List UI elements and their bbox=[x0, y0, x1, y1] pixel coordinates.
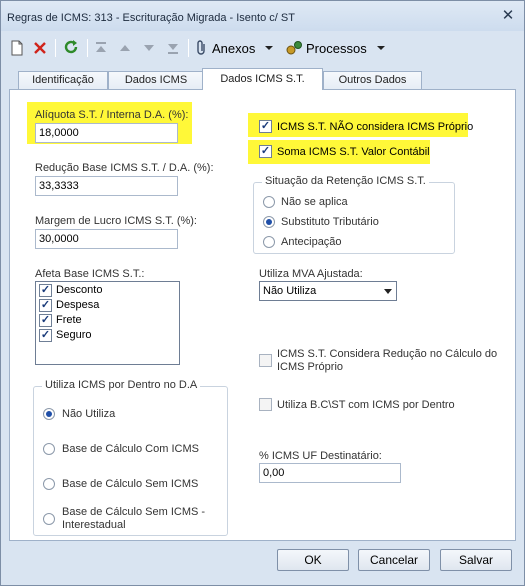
desconto-checkbox[interactable]: ✓ bbox=[39, 284, 52, 297]
bc-sem-icms-interestadual-radio[interactable] bbox=[43, 513, 55, 525]
reducao-label: Redução Base ICMS S.T. / D.A. (%): bbox=[35, 162, 214, 174]
soma-valor-contabil-checkbox[interactable]: ✓ bbox=[259, 145, 272, 158]
list-item: Desconto bbox=[56, 284, 103, 296]
margem-field[interactable]: 30,0000 bbox=[35, 229, 178, 249]
antecipacao-radio[interactable] bbox=[263, 236, 275, 248]
tab-identificacao[interactable]: Identificação bbox=[18, 71, 108, 90]
reducao-field[interactable]: 33,3333 bbox=[35, 176, 178, 196]
checkbox-label: ICMS S.T. Considera Redução no Cálculo d… bbox=[277, 348, 498, 360]
ok-button[interactable]: OK bbox=[277, 549, 349, 571]
nao-se-aplica-radio[interactable] bbox=[263, 196, 275, 208]
seguro-checkbox[interactable]: ✓ bbox=[39, 329, 52, 342]
list-item: Frete bbox=[56, 314, 82, 326]
checkbox-label: Soma ICMS S.T. Valor Contábil bbox=[277, 146, 430, 158]
radio-label: Base de Cálculo Com ICMS bbox=[62, 443, 199, 455]
previous-record-icon[interactable] bbox=[118, 37, 132, 59]
first-record-icon[interactable] bbox=[94, 37, 108, 59]
title-bar: Regras de ICMS: 313 - Escrituração Migra… bbox=[1, 1, 524, 31]
radio-label: Substituto Tributário bbox=[281, 216, 379, 228]
anexos-label: Anexos bbox=[212, 40, 256, 56]
next-record-icon[interactable] bbox=[142, 37, 156, 59]
aliquota-field[interactable]: 18,0000 bbox=[35, 123, 178, 143]
processos-menu-button[interactable]: Processos bbox=[285, 37, 389, 59]
anexos-menu-button[interactable]: Anexos bbox=[195, 37, 277, 59]
mva-label: Utiliza MVA Ajustada: bbox=[259, 268, 363, 280]
nao-utiliza-radio[interactable] bbox=[43, 408, 55, 420]
toolbar: Anexos Processos bbox=[5, 33, 520, 63]
new-document-icon[interactable] bbox=[10, 37, 24, 59]
cancel-button[interactable]: Cancelar bbox=[358, 549, 430, 571]
checkbox-label: Utiliza B.C\ST com ICMS por Dentro bbox=[277, 399, 455, 411]
aliquota-label: Alíquota S.T. / Interna D.A. (%): bbox=[35, 109, 189, 121]
close-icon[interactable]: ✕ bbox=[500, 8, 516, 24]
checkbox-label: ICMS Próprio bbox=[277, 361, 344, 373]
despesa-checkbox[interactable]: ✓ bbox=[39, 299, 52, 312]
nao-considera-icms-proprio-checkbox[interactable]: ✓ bbox=[259, 120, 272, 133]
chevron-down-icon bbox=[265, 46, 274, 50]
considera-reducao-checkbox[interactable] bbox=[259, 354, 272, 367]
afeta-base-label: Afeta Base ICMS S.T.: bbox=[35, 268, 145, 280]
save-button[interactable]: Salvar bbox=[440, 549, 512, 571]
toolbar-separator bbox=[87, 39, 88, 57]
utiliza-bc-st-checkbox[interactable] bbox=[259, 398, 272, 411]
radio-label: Interestadual bbox=[62, 519, 126, 531]
window-title: Regras de ICMS: 313 - Escrituração Migra… bbox=[7, 12, 295, 24]
uf-destinatario-label: % ICMS UF Destinatário: bbox=[259, 450, 382, 462]
radio-label: Antecipação bbox=[281, 236, 342, 248]
toolbar-separator bbox=[55, 39, 56, 57]
group-title: Utiliza ICMS por Dentro no D.A bbox=[42, 379, 201, 391]
gears-icon bbox=[286, 41, 302, 55]
tab-outros-dados[interactable]: Outros Dados bbox=[323, 71, 422, 90]
list-item: Seguro bbox=[56, 329, 92, 341]
tab-dados-icms-st[interactable]: Dados ICMS S.T. bbox=[202, 68, 323, 90]
delete-icon[interactable] bbox=[33, 37, 47, 59]
radio-label: Não se aplica bbox=[281, 196, 348, 208]
refresh-icon[interactable] bbox=[63, 37, 79, 59]
bc-sem-icms-radio[interactable] bbox=[43, 478, 55, 490]
tab-panel: Alíquota S.T. / Interna D.A. (%): 18,000… bbox=[9, 89, 516, 541]
chevron-down-icon bbox=[384, 289, 392, 294]
dialog-window: Regras de ICMS: 313 - Escrituração Migra… bbox=[0, 0, 525, 586]
chevron-down-icon bbox=[376, 46, 385, 50]
radio-label: Base de Cálculo Sem ICMS - bbox=[62, 506, 206, 518]
mva-select[interactable]: Não Utiliza bbox=[259, 281, 397, 301]
paperclip-icon bbox=[197, 40, 205, 55]
afeta-base-list: ✓ Desconto ✓ Despesa ✓ Frete ✓ Seguro bbox=[35, 281, 180, 365]
substituto-tributario-radio[interactable] bbox=[263, 216, 275, 228]
group-title: Situação da Retenção ICMS S.T. bbox=[262, 175, 429, 187]
last-record-icon[interactable] bbox=[166, 37, 180, 59]
frete-checkbox[interactable]: ✓ bbox=[39, 314, 52, 327]
checkbox-label: ICMS S.T. NÃO considera ICMS Próprio bbox=[277, 121, 474, 133]
toolbar-separator bbox=[188, 39, 189, 57]
radio-label: Não Utiliza bbox=[62, 408, 116, 420]
uf-destinatario-field[interactable]: 0,00 bbox=[259, 463, 401, 483]
processos-label: Processos bbox=[306, 40, 367, 56]
tab-dados-icms[interactable]: Dados ICMS bbox=[108, 71, 204, 90]
utiliza-icms-dentro-group: Utiliza ICMS por Dentro no D.A Não Utili… bbox=[33, 379, 228, 536]
radio-label: Base de Cálculo Sem ICMS bbox=[62, 478, 199, 490]
list-item: Despesa bbox=[56, 299, 100, 311]
mva-selected-value: Não Utiliza bbox=[263, 285, 317, 297]
situacao-retencao-group: Situação da Retenção ICMS S.T. Não se ap… bbox=[253, 175, 455, 254]
bc-com-icms-radio[interactable] bbox=[43, 443, 55, 455]
margem-label: Margem de Lucro ICMS S.T. (%): bbox=[35, 215, 197, 227]
